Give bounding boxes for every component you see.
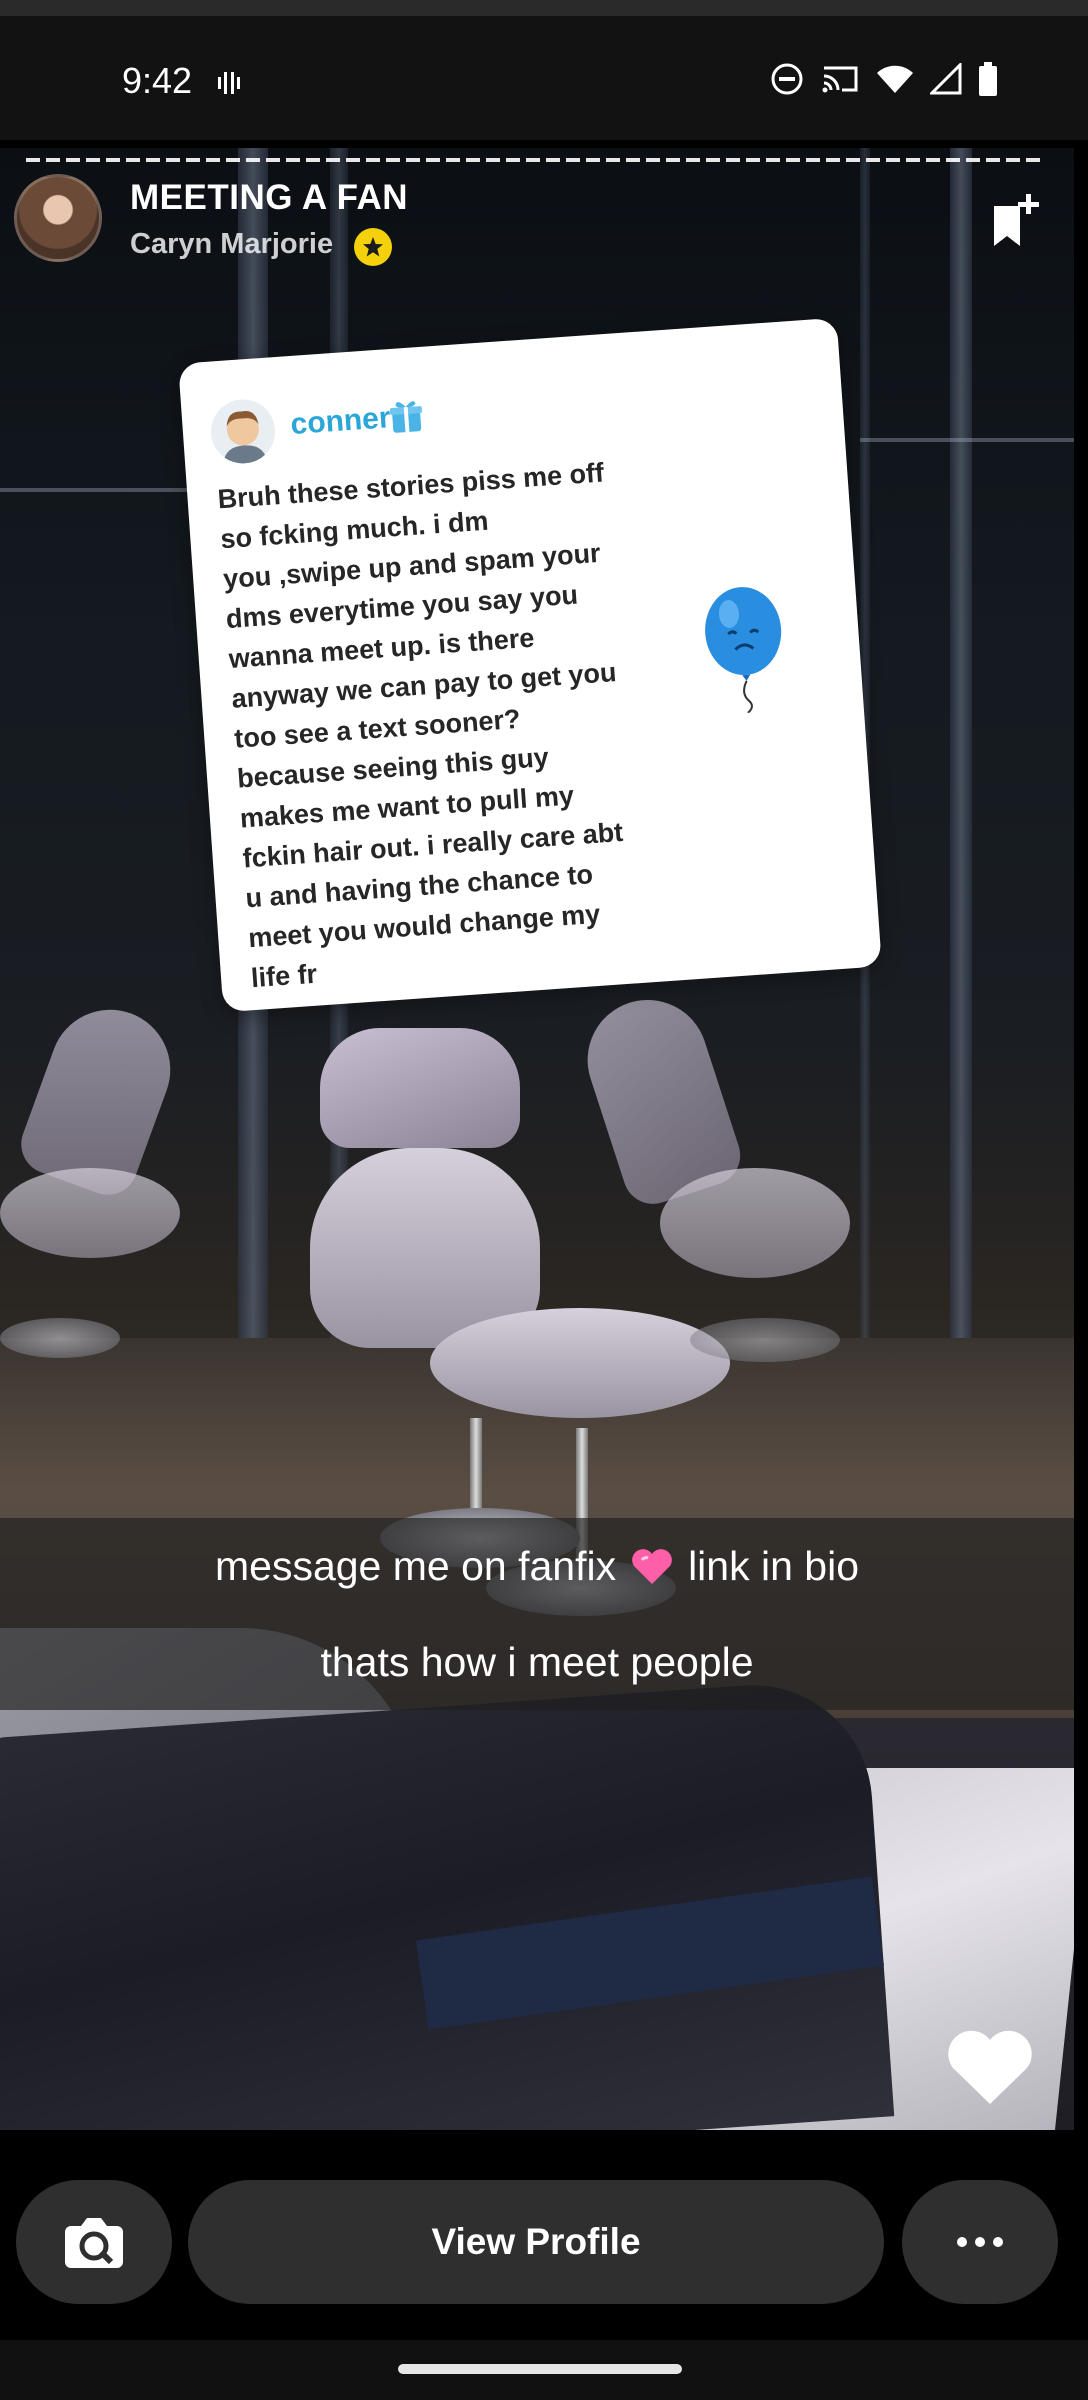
caption-text-part2: link in bio xyxy=(688,1542,860,1589)
fan-message-text: Bruh these stories piss me off so fcking… xyxy=(216,457,625,994)
status-time: 9:42 xyxy=(122,60,193,101)
caption-text-part1: message me on fanfix xyxy=(214,1542,617,1589)
more-dots-icon xyxy=(957,2237,1003,2247)
do-not-disturb-icon xyxy=(771,63,803,95)
home-indicator[interactable] xyxy=(398,2364,682,2374)
fan-username: conner xyxy=(289,401,392,442)
battery-icon xyxy=(979,62,997,96)
creator-name[interactable]: Caryn Marjorie xyxy=(130,228,333,261)
bookmark-add-icon[interactable] xyxy=(990,192,1040,250)
wifi-icon xyxy=(877,65,913,93)
fan-message-card: conner Bruh these stories piss me off so… xyxy=(178,317,882,1013)
caption-text: thats how i meet people xyxy=(320,1638,754,1685)
window-frame xyxy=(950,148,972,1388)
view-profile-button[interactable]: View Profile xyxy=(188,2180,884,2304)
sad-balloon-icon xyxy=(705,587,782,714)
creator-avatar[interactable] xyxy=(14,174,102,262)
chair xyxy=(0,992,200,1368)
status-icons xyxy=(770,62,998,96)
gift-icon xyxy=(389,401,423,433)
story-caption: thats how i meet people xyxy=(0,1614,1074,1710)
camera-reply-button[interactable] xyxy=(16,2180,172,2304)
pink-heart-icon xyxy=(632,1549,672,1584)
story-progress-bar xyxy=(26,158,1046,162)
cast-icon xyxy=(822,66,858,93)
cellular-signal-icon xyxy=(930,63,962,95)
chair xyxy=(572,984,860,1378)
status-bar: 9:42 xyxy=(0,0,1088,140)
verified-star-icon xyxy=(354,228,392,266)
fan-avatar xyxy=(208,397,278,466)
heart-icon[interactable] xyxy=(946,2028,1034,2106)
story-title[interactable]: MEETING A FAN xyxy=(130,178,408,218)
vibrate-icon xyxy=(218,72,240,94)
story-caption: message me on fanfix link in bio xyxy=(0,1518,1074,1614)
window-rail xyxy=(860,438,1074,442)
more-options-button[interactable] xyxy=(902,2180,1058,2304)
camera-reply-icon xyxy=(65,2218,123,2268)
